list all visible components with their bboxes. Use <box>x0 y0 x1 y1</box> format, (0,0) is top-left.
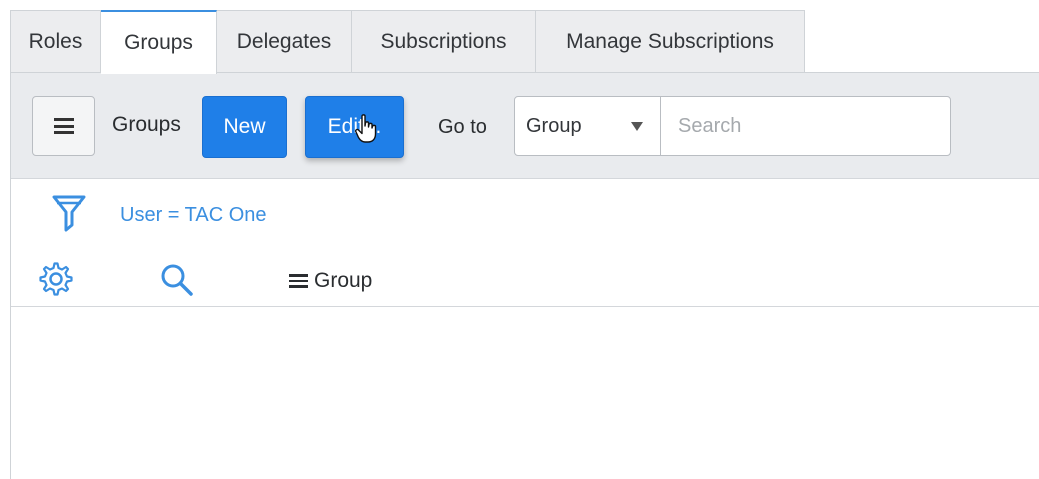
tab-delegates[interactable]: Delegates <box>217 10 352 73</box>
goto-select-value: Group <box>526 114 582 137</box>
tab-roles[interactable]: Roles <box>10 10 101 73</box>
search-input[interactable] <box>660 96 951 156</box>
caret-down-icon <box>631 122 643 131</box>
new-button[interactable]: New <box>202 96 287 158</box>
column-menu-icon[interactable] <box>289 274 308 288</box>
list-context-menu-button[interactable] <box>32 96 95 156</box>
edit-button[interactable]: Edit... <box>305 96 404 158</box>
user-record-related-lists: Roles Groups Delegates Subscriptions Man… <box>0 0 1039 479</box>
goto-label: Go to <box>438 116 487 138</box>
tab-subscriptions[interactable]: Subscriptions <box>352 10 536 73</box>
column-header-label: Group <box>314 269 373 292</box>
header-divider <box>11 306 1039 307</box>
search-icon[interactable] <box>159 262 195 303</box>
list-toolbar: Groups New Edit... Go to Group <box>11 73 1039 179</box>
column-header-group[interactable]: Group <box>289 266 372 296</box>
goto-field-select[interactable]: Group <box>514 96 661 156</box>
list-title: Groups <box>112 113 181 136</box>
filter-breadcrumb[interactable]: User = TAC One <box>120 204 267 227</box>
groups-list-panel: Groups New Edit... Go to Group User = TA… <box>10 72 1039 479</box>
related-list-tabs: Roles Groups Delegates Subscriptions Man… <box>10 10 805 74</box>
tab-manage-subscriptions[interactable]: Manage Subscriptions <box>536 10 805 73</box>
funnel-icon[interactable] <box>51 194 87 239</box>
gear-icon[interactable] <box>39 262 73 301</box>
tab-groups[interactable]: Groups <box>101 10 217 74</box>
hamburger-icon <box>53 118 74 134</box>
